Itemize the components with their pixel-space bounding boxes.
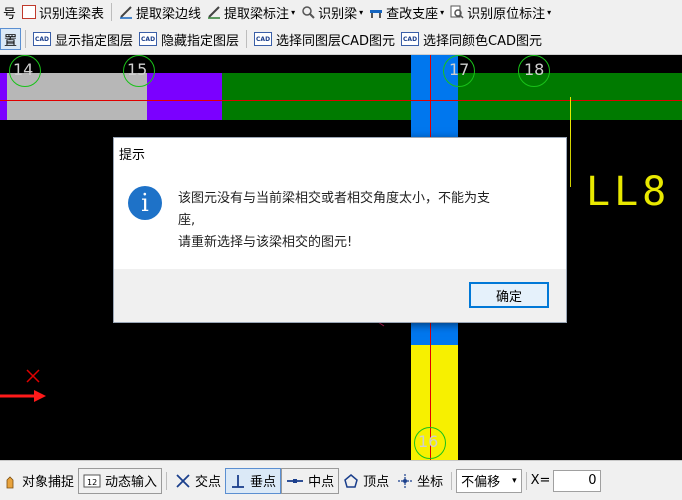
object-snap-button[interactable]: 对象捕捉	[0, 468, 78, 494]
axis-label: 17	[449, 60, 470, 79]
offset-select[interactable]: 不偏移 ▾	[456, 468, 522, 493]
beam-segment-purple	[0, 73, 7, 120]
extract-beam-label-button[interactable]: 提取梁标注 ▾	[204, 1, 298, 23]
dialog-message: 该图元没有与当前梁相交或者相交角度太小，不能为支 座, 请重新选择与该梁相交的图…	[178, 188, 550, 254]
hide-layer-button[interactable]: CAD 隐藏指定图层	[136, 28, 242, 50]
dialog-title: 提示	[119, 148, 146, 163]
snap-intersection-button[interactable]: 交点	[171, 468, 225, 494]
extract-beam-edge-button[interactable]: 提取梁边线	[116, 1, 204, 23]
axis-line-horizontal	[0, 100, 682, 101]
coordinate-icon	[398, 473, 413, 488]
snap-status-bar: 对象捕捉 12 动态输入 交点 垂点 中点 顶点 坐标 不偏移 ▾ X= 0	[0, 460, 682, 500]
cad-icon: CAD	[33, 32, 52, 46]
axis-label: 18	[524, 60, 545, 79]
toolbar-divider	[25, 30, 27, 48]
axis-label: 14	[13, 60, 34, 79]
message-line: 该图元没有与当前梁相交或者相交角度太小，不能为支	[178, 191, 491, 206]
annotation-leader-line	[570, 97, 571, 187]
toolbar-divider	[111, 3, 113, 21]
snap-perpendicular-button[interactable]: 垂点	[225, 467, 282, 494]
info-icon: i	[128, 186, 162, 220]
check-support-button[interactable]: 查改支座 ▾	[366, 1, 447, 23]
beam-annotation: LL8	[586, 169, 671, 215]
select-same-layer-button[interactable]: CAD 选择同图层CAD图元	[251, 28, 398, 50]
vertex-icon	[344, 473, 358, 488]
pencil-label-icon	[208, 6, 221, 19]
show-layer-button[interactable]: CAD 显示指定图层	[30, 28, 136, 50]
snap-midpoint-button[interactable]: 中点	[281, 467, 340, 494]
dynamic-input-icon: 12	[83, 474, 101, 487]
support-icon	[370, 10, 383, 18]
snap-vertex-button[interactable]: 顶点	[339, 468, 393, 494]
dropdown-arrow-icon: ▾	[547, 7, 552, 17]
identify-beam-button[interactable]: 识别梁 ▾	[298, 1, 366, 23]
cad-icon: CAD	[401, 32, 420, 46]
statusbar-divider	[166, 471, 168, 490]
perpendicular-icon	[232, 474, 245, 488]
x-coordinate-input[interactable]: 0	[553, 469, 602, 492]
cad-icon: CAD	[254, 32, 273, 46]
dropdown-arrow-icon: ▾	[440, 7, 445, 17]
identify-in-situ-label-button[interactable]: 识别原位标注 ▾	[447, 1, 554, 23]
toolbar-divider	[246, 30, 248, 48]
axis-label: 16	[418, 432, 439, 451]
midpoint-icon	[287, 478, 304, 483]
x-coordinate-label: X=	[530, 473, 551, 488]
magnifier-icon	[302, 6, 315, 19]
select-same-color-button[interactable]: CAD 选择同颜色CAD图元	[398, 28, 545, 50]
message-dialog: 提示 i 该图元没有与当前梁相交或者相交角度太小，不能为支 座, 请重新选择与该…	[113, 137, 567, 323]
axis-label: 15	[127, 60, 148, 79]
statusbar-divider	[525, 471, 527, 490]
cad-icon: CAD	[139, 32, 158, 46]
dropdown-arrow-icon: ▾	[359, 7, 364, 17]
dialog-body: i 该图元没有与当前梁相交或者相交角度太小，不能为支 座, 请重新选择与该梁相交…	[114, 166, 566, 269]
toolbar-item-partial[interactable]: 号	[0, 1, 19, 23]
identify-link-beam-table-button[interactable]: 识别连梁表	[19, 1, 107, 23]
top-toolbar: 号 识别连梁表 提取梁边线 提取梁标注 ▾ 识别梁 ▾ 查改支座 ▾ 识别原位标注 ▾	[0, 0, 682, 25]
statusbar-divider	[451, 471, 453, 490]
pencil-line-icon	[120, 6, 133, 19]
snap-coordinate-button[interactable]: 坐标	[393, 468, 447, 494]
toolbar-item-partial[interactable]: 置	[0, 28, 22, 50]
intersection-icon	[176, 473, 190, 488]
crosshair-cursor-icon	[26, 369, 40, 383]
beam-segment-purple	[147, 73, 222, 120]
table-icon	[22, 5, 37, 19]
dropdown-arrow-icon: ▾	[291, 7, 296, 17]
chevron-down-icon: ▾	[512, 475, 517, 486]
snap-hand-icon	[6, 475, 14, 488]
message-line: 请重新选择与该梁相交的图元!	[178, 235, 353, 250]
message-line: 座,	[178, 213, 196, 228]
ok-button[interactable]: 确定	[469, 282, 549, 308]
magnifier-doc-icon	[450, 5, 464, 19]
dialog-title-bar[interactable]: 提示	[114, 138, 566, 166]
red-arrow-icon	[0, 390, 46, 402]
dynamic-input-button[interactable]: 12 动态输入	[78, 467, 163, 494]
svg-text:12: 12	[87, 478, 97, 487]
cad-layer-toolbar: 置 CAD 显示指定图层 CAD 隐藏指定图层 CAD 选择同图层CAD图元 C…	[0, 24, 682, 55]
